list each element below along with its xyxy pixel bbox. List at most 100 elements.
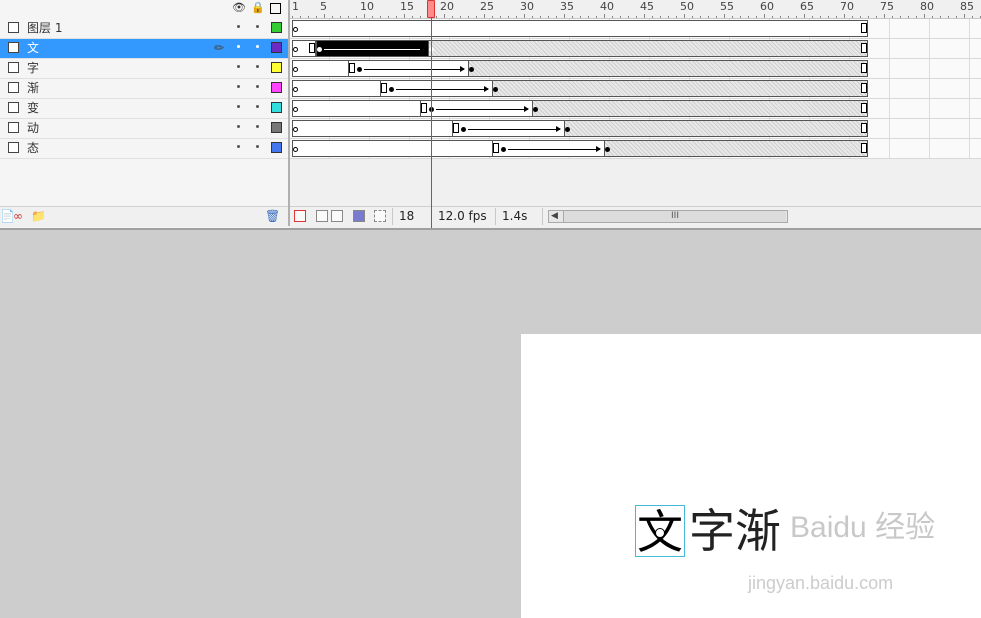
keyframe[interactable] [533,107,538,112]
layer-color-swatch[interactable] [271,42,282,53]
layer-row[interactable]: 渐 [0,79,288,99]
motion-guide-icon[interactable]: ∞ [13,209,23,223]
visibility-dot[interactable] [237,105,240,108]
end-frame-marker[interactable] [861,23,867,33]
trash-icon[interactable]: 🗑 [265,209,280,223]
empty-keyframe[interactable] [293,147,298,152]
frame-span-static[interactable] [532,100,868,117]
stage-text[interactable]: 字渐 [689,505,781,557]
visibility-dot[interactable] [237,125,240,128]
frame-span-static[interactable] [564,120,868,137]
edit-multiple-frames-icon[interactable] [353,210,365,222]
frame-span[interactable] [292,60,356,77]
playhead[interactable] [427,0,435,18]
lock-dot[interactable] [256,85,259,88]
layer-color-swatch[interactable] [271,22,282,33]
end-frame-marker[interactable] [421,103,427,113]
keyframe[interactable] [493,87,498,92]
lock-dot[interactable] [256,45,259,48]
onion-outline-icon[interactable] [331,210,343,222]
visibility-dot[interactable] [237,145,240,148]
visibility-dot[interactable] [237,25,240,28]
frame-grid[interactable] [290,19,981,159]
layer-color-swatch[interactable] [271,142,282,153]
end-frame-marker[interactable] [861,43,867,53]
frame-span-static[interactable] [492,80,868,97]
eye-icon[interactable]: 👁 [232,2,246,14]
frame-span[interactable] [292,120,460,137]
end-frame-marker[interactable] [861,143,867,153]
frame-span-static[interactable] [604,140,868,157]
empty-keyframe[interactable] [293,127,298,132]
visibility-dot[interactable] [237,65,240,68]
frame-rate[interactable]: 12.0 fps [431,208,492,225]
layer-color-swatch[interactable] [271,102,282,113]
lock-dot[interactable] [256,145,259,148]
insert-folder-icon[interactable]: 📁 [31,209,46,223]
layer-color-swatch[interactable] [271,82,282,93]
frame-row[interactable] [290,19,981,39]
end-frame-marker[interactable] [453,123,459,133]
empty-keyframe[interactable] [293,27,298,32]
lock-dot[interactable] [256,65,259,68]
visibility-dot[interactable] [237,85,240,88]
end-frame-marker[interactable] [381,83,387,93]
frame-span-static[interactable] [428,40,868,57]
frame-span[interactable] [292,140,500,157]
layer-row[interactable]: 字 [0,59,288,79]
lock-dot[interactable] [256,25,259,28]
keyframe[interactable] [605,147,610,152]
frame-span[interactable] [292,80,388,97]
frame-row[interactable] [290,79,981,99]
visibility-dot[interactable] [237,45,240,48]
keyframe[interactable] [317,47,322,52]
layer-row[interactable]: 文 ✏ [0,39,288,59]
frame-ruler[interactable]: 1 5 10 15 20 25 30 35 40 45 50 55 60 65 70 75 80 85 [290,0,981,19]
modify-onion-markers-icon[interactable] [374,210,386,222]
layer-color-swatch[interactable] [271,62,282,73]
frame-row[interactable] [290,59,981,79]
scroll-thumb[interactable]: III [563,211,786,222]
empty-keyframe[interactable] [293,67,298,72]
keyframe[interactable] [461,127,466,132]
end-frame-marker[interactable] [861,83,867,93]
empty-keyframe[interactable] [293,47,298,52]
lock-icon[interactable]: 🔒 [251,2,265,14]
frame-row[interactable] [290,39,981,59]
empty-keyframe[interactable] [293,87,298,92]
end-frame-marker[interactable] [493,143,499,153]
end-frame-marker[interactable] [861,63,867,73]
horizontal-scrollbar[interactable]: ◀ III [548,210,788,223]
frame-span-static[interactable] [468,60,868,77]
layer-color-swatch[interactable] [271,122,282,133]
layer-icon [8,42,19,53]
frame-row[interactable] [290,99,981,119]
keyframe[interactable] [469,67,474,72]
outline-icon[interactable] [270,3,281,14]
ruler-tick [508,16,509,18]
end-frame-marker[interactable] [349,63,355,73]
keyframe[interactable] [565,127,570,132]
onion-skin-icon[interactable] [316,210,328,222]
frame-row[interactable] [290,119,981,139]
end-frame-marker[interactable] [309,43,315,53]
keyframe[interactable] [501,147,506,152]
ruler-tick [700,16,701,18]
layer-row[interactable]: 变 [0,99,288,119]
keyframe[interactable] [357,67,362,72]
end-frame-marker[interactable] [861,123,867,133]
frame-span[interactable] [292,20,868,37]
center-frame-icon[interactable] [294,210,306,222]
lock-dot[interactable] [256,125,259,128]
scroll-left-icon[interactable]: ◀ [551,211,558,222]
frame-row[interactable] [290,139,981,159]
lock-dot[interactable] [256,105,259,108]
layer-row[interactable]: 图层 1 [0,19,288,39]
frame-span[interactable] [292,100,428,117]
layer-row[interactable]: 态 [0,139,288,159]
keyframe[interactable] [389,87,394,92]
empty-keyframe[interactable] [293,107,298,112]
layer-name: 文 [27,41,40,55]
layer-row[interactable]: 动 [0,119,288,139]
end-frame-marker[interactable] [861,103,867,113]
